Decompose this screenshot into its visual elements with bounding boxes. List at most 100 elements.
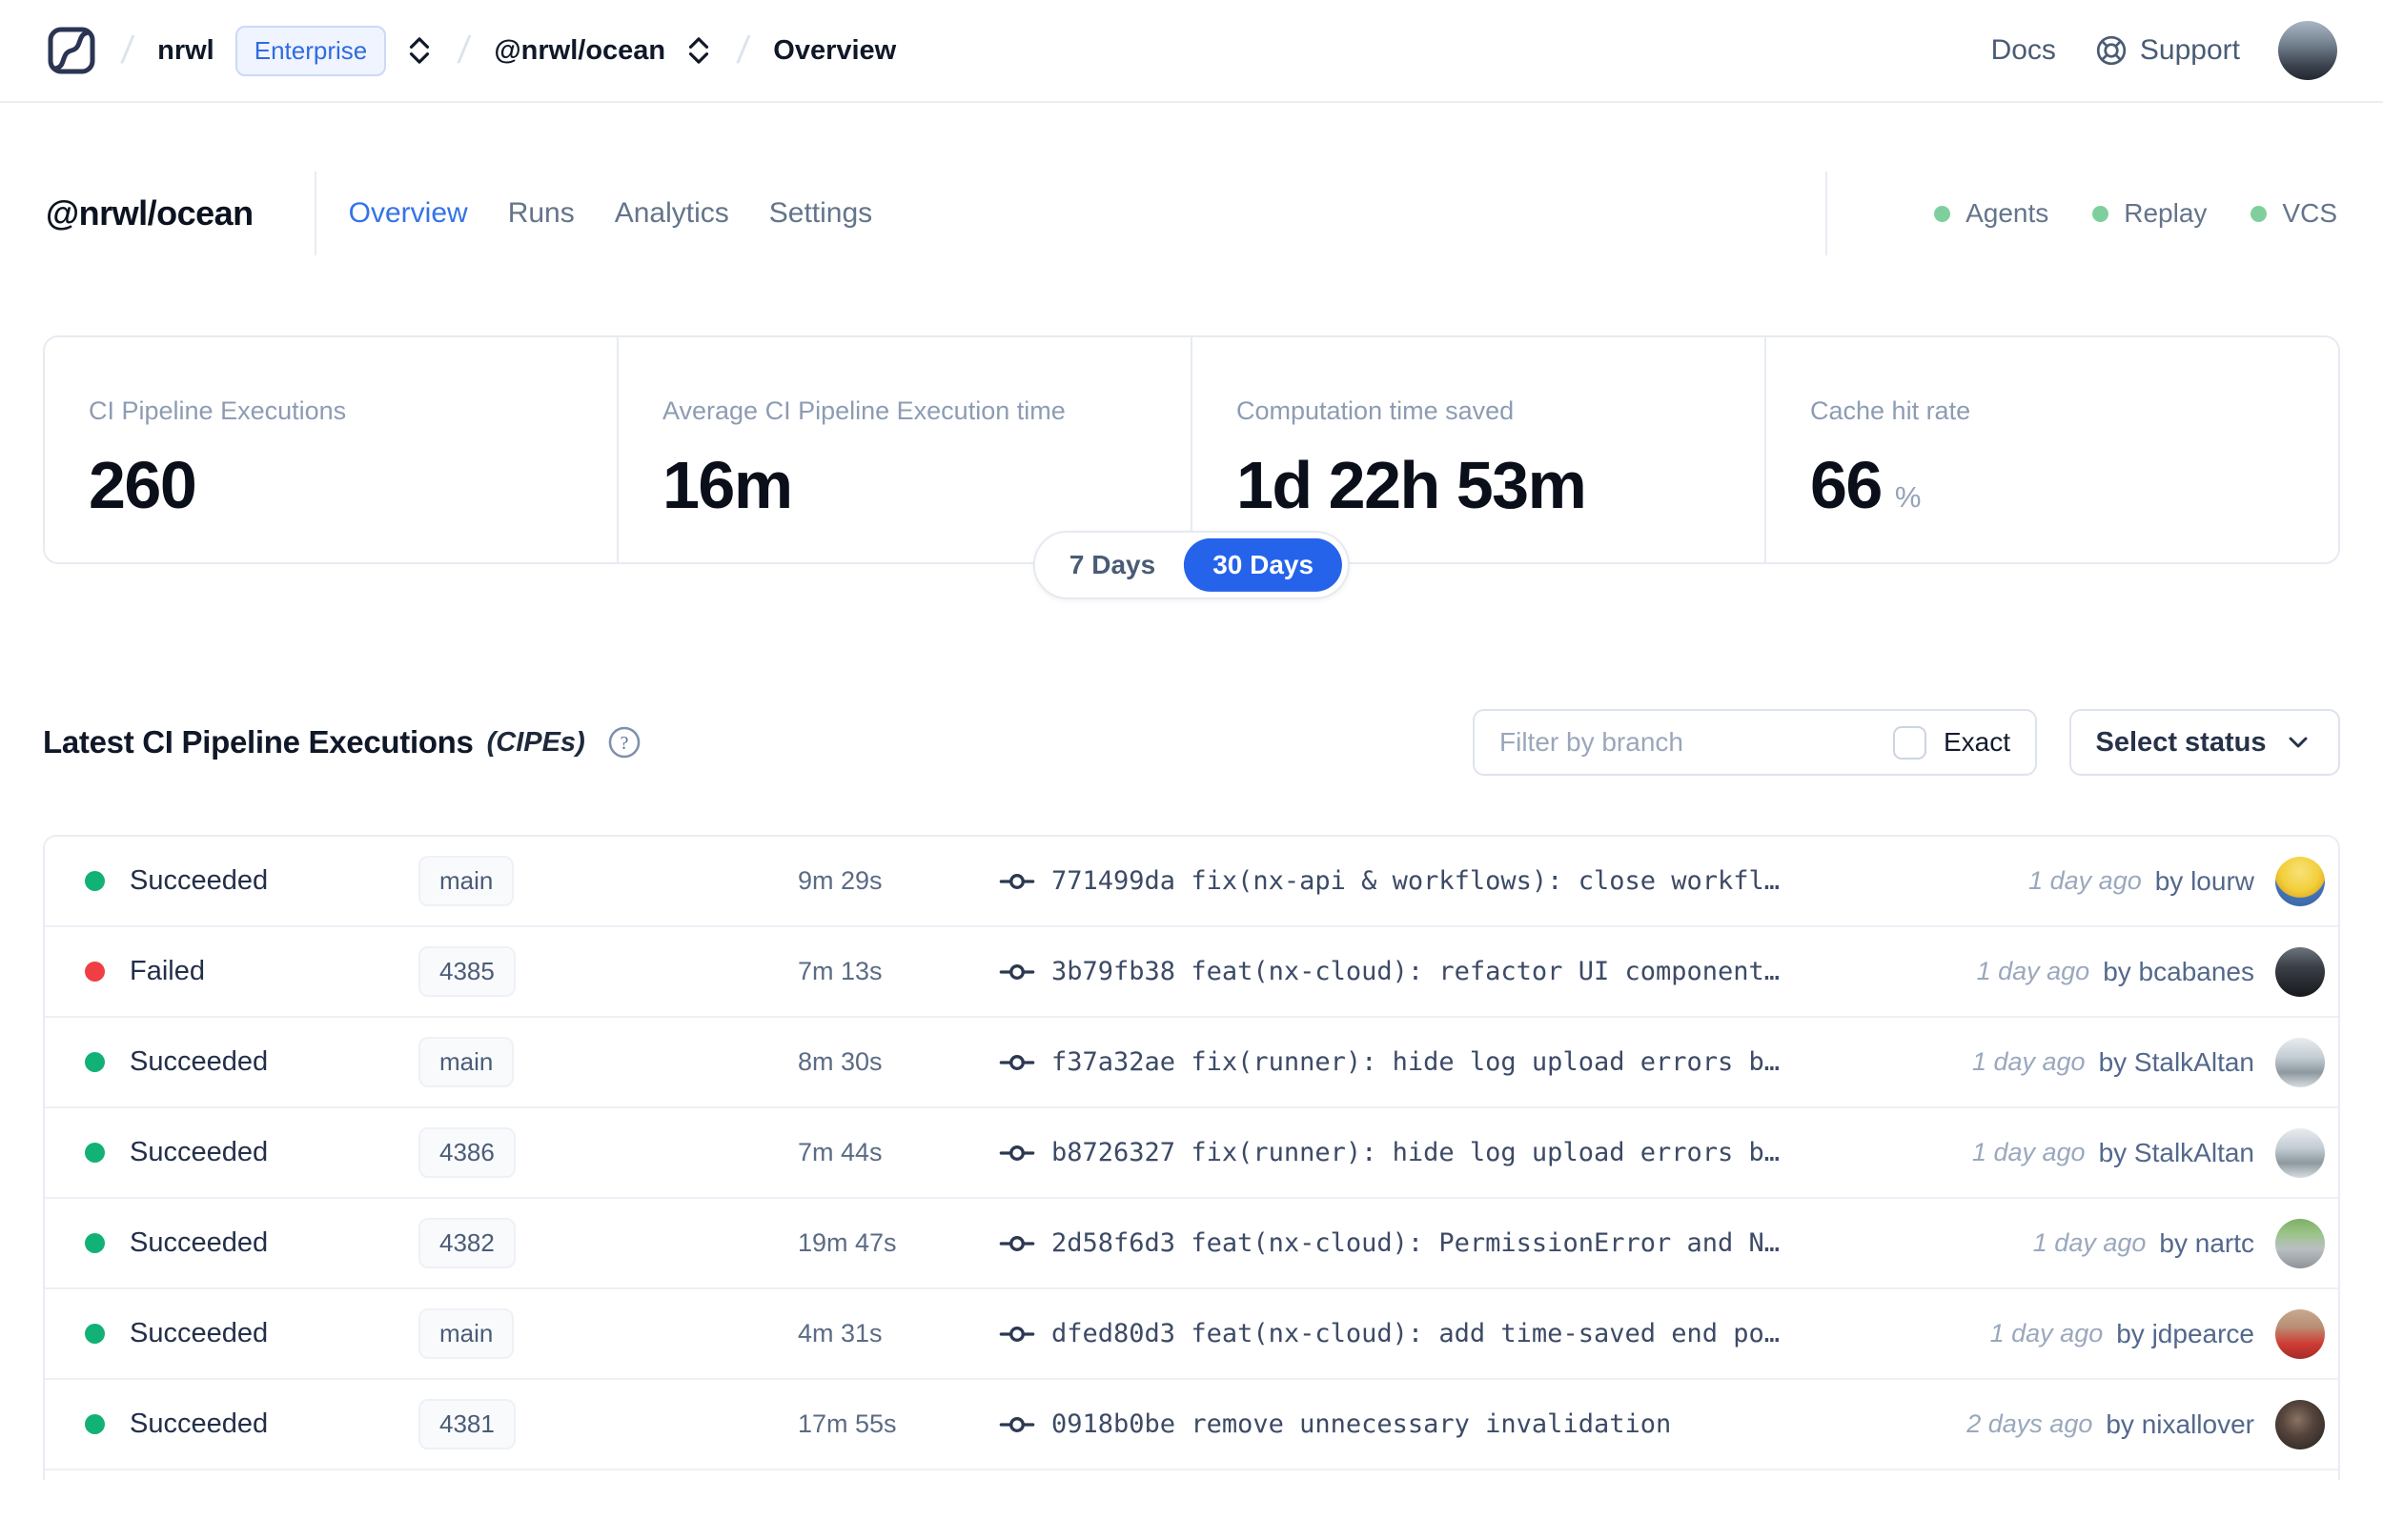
branch-badge: 4381 — [418, 1399, 516, 1449]
service-status-vcs[interactable]: VCS — [2251, 198, 2337, 229]
cipes-section-header: Latest CI Pipeline Executions (CIPEs) ? … — [0, 709, 2383, 776]
range-7-days-button[interactable]: 7 Days — [1041, 538, 1184, 592]
author-avatar — [2275, 1037, 2325, 1087]
git-commit-icon — [997, 1314, 1037, 1354]
support-link[interactable]: Support — [2094, 33, 2240, 68]
org-selector-button[interactable] — [405, 34, 434, 67]
top-nav: / nrwl Enterprise / @nrwl/ocean / Overvi… — [0, 0, 2383, 103]
status-dot — [85, 1052, 105, 1072]
service-status-replay[interactable]: Replay — [2092, 198, 2207, 229]
author: by StalkAltan — [2098, 1046, 2254, 1077]
author-avatar — [2275, 1127, 2325, 1178]
commit-message: 0918b0be remove unnecessary invalidation — [1051, 1409, 1672, 1439]
cipes-title: Latest CI Pipeline Executions — [43, 724, 474, 760]
branch-badge: main — [418, 1037, 515, 1087]
duration: 8m 30s — [798, 1047, 883, 1076]
breadcrumb-org[interactable]: nrwl — [157, 35, 214, 67]
breadcrumb-workspace[interactable]: @nrwl/ocean — [494, 35, 665, 67]
percent-unit: % — [1894, 480, 1922, 514]
status-select-dropdown[interactable]: Select status — [2069, 709, 2340, 776]
stat-computation-time-saved: Computation time saved 1d 22h 53m — [1191, 337, 1764, 562]
duration: 17m 55s — [798, 1409, 897, 1438]
cipe-row[interactable]: Failed 4385 7m 13s 3b79fb38 feat(nx-clou… — [45, 927, 2338, 1018]
git-commit-icon — [997, 861, 1037, 902]
time-ago: 1 day ago — [1989, 1319, 2104, 1348]
duration: 4m 31s — [798, 1319, 883, 1348]
commit-message: b8726327 fix(runner): hide log upload er… — [1051, 1138, 1781, 1167]
time-ago: 1 day ago — [2028, 866, 2142, 895]
branch-badge: 4386 — [418, 1127, 516, 1178]
status-dot — [85, 962, 105, 982]
workspace-header: @nrwl/ocean Overview Runs Analytics Sett… — [0, 172, 2383, 255]
exact-checkbox[interactable] — [1893, 725, 1926, 760]
commit-message: 2d58f6d3 feat(nx-cloud): PermissionError… — [1051, 1228, 1781, 1258]
question-mark-icon: ? — [608, 726, 641, 759]
breadcrumb-separator: / — [118, 29, 136, 71]
cipes-title-suffix: (CIPEs) — [486, 726, 585, 758]
author: by jdpearce — [2116, 1318, 2254, 1348]
author: by bcabanes — [2103, 956, 2254, 986]
branch-badge: main — [418, 1308, 515, 1359]
tab-settings[interactable]: Settings — [769, 197, 872, 230]
time-ago: 1 day ago — [2032, 1228, 2147, 1257]
commit-message: f37a32ae fix(runner): hide log upload er… — [1051, 1047, 1781, 1077]
chevron-down-icon — [2283, 727, 2313, 758]
cipe-row[interactable]: Succeeded main 9m 29s 771499da fix(nx-ap… — [45, 837, 2338, 927]
duration: 19m 47s — [798, 1228, 897, 1257]
branch-badge: main — [418, 856, 515, 906]
divider — [314, 172, 316, 255]
duration: 9m 29s — [798, 866, 883, 895]
cipe-row[interactable]: Succeeded main 8m 30s f37a32ae fix(runne… — [45, 1018, 2338, 1108]
workspace-selector-button[interactable] — [684, 34, 713, 67]
cipe-table: Succeeded main 9m 29s 771499da fix(nx-ap… — [43, 835, 2340, 1480]
breadcrumb-separator: / — [456, 29, 473, 71]
service-status-agents[interactable]: Agents — [1934, 198, 2048, 229]
cipe-row[interactable]: Succeeded 4381 17m 55s 0918b0be remove u… — [45, 1380, 2338, 1470]
time-ago: 1 day ago — [1971, 1047, 2086, 1076]
range-30-days-button[interactable]: 30 Days — [1184, 537, 1343, 592]
author: by nixallover — [2106, 1408, 2254, 1439]
exact-match-toggle[interactable]: Exact — [1868, 725, 2035, 760]
tab-overview[interactable]: Overview — [349, 197, 468, 230]
date-range-toggle: 7 Days 30 Days — [1032, 530, 1351, 599]
cipe-row[interactable]: Succeeded main 4m 31s dfed80d3 feat(nx-c… — [45, 1289, 2338, 1380]
author-avatar — [2275, 1399, 2325, 1449]
help-button[interactable]: ? — [606, 724, 642, 760]
green-status-dot — [1934, 205, 1951, 222]
author: by StalkAltan — [2098, 1137, 2254, 1167]
svg-text:?: ? — [620, 733, 628, 754]
breadcrumb-page: Overview — [773, 34, 897, 66]
commit-message: 771499da fix(nx-api & workflows): close … — [1051, 866, 1781, 896]
git-commit-icon — [997, 1224, 1037, 1264]
tab-analytics[interactable]: Analytics — [615, 197, 729, 230]
stat-cache-hit-rate: Cache hit rate 66 % — [1764, 337, 2338, 562]
docs-link[interactable]: Docs — [1991, 34, 2056, 67]
git-commit-icon — [997, 952, 1037, 992]
status-dot — [85, 1414, 105, 1434]
cipe-row[interactable]: Succeeded 4382 19m 47s 2d58f6d3 feat(nx-… — [45, 1199, 2338, 1289]
branch-filter-input[interactable] — [1475, 711, 1868, 774]
breadcrumb: / nrwl Enterprise / @nrwl/ocean / Overvi… — [46, 25, 896, 76]
git-commit-icon — [997, 1405, 1037, 1445]
time-ago: 2 days ago — [1966, 1409, 2093, 1438]
cipe-row[interactable]: Succeeded 4386 7m 44s b8726327 fix(runne… — [45, 1108, 2338, 1199]
enterprise-badge: Enterprise — [234, 25, 387, 76]
stats-cards: CI Pipeline Executions 260 Average CI Pi… — [43, 335, 2340, 599]
branch-badge: 4385 — [418, 946, 516, 997]
user-avatar[interactable] — [2278, 21, 2337, 80]
status-dot — [85, 1324, 105, 1344]
green-status-dot — [2092, 205, 2109, 222]
branch-badge: 4382 — [418, 1218, 516, 1268]
status-dot — [85, 871, 105, 891]
branch-filter-group: Exact — [1473, 709, 2037, 776]
status-dot — [85, 1143, 105, 1163]
nx-cloud-logo[interactable] — [46, 25, 97, 76]
status-dot — [85, 1233, 105, 1253]
tab-runs[interactable]: Runs — [508, 197, 575, 230]
author: by nartc — [2159, 1227, 2254, 1258]
service-status-list: Agents Replay VCS — [1825, 172, 2337, 255]
workspace-tabs: Overview Runs Analytics Settings — [349, 197, 873, 230]
breadcrumb-separator: / — [735, 29, 752, 71]
duration: 7m 44s — [798, 1138, 883, 1166]
time-ago: 1 day ago — [1971, 1138, 2086, 1166]
